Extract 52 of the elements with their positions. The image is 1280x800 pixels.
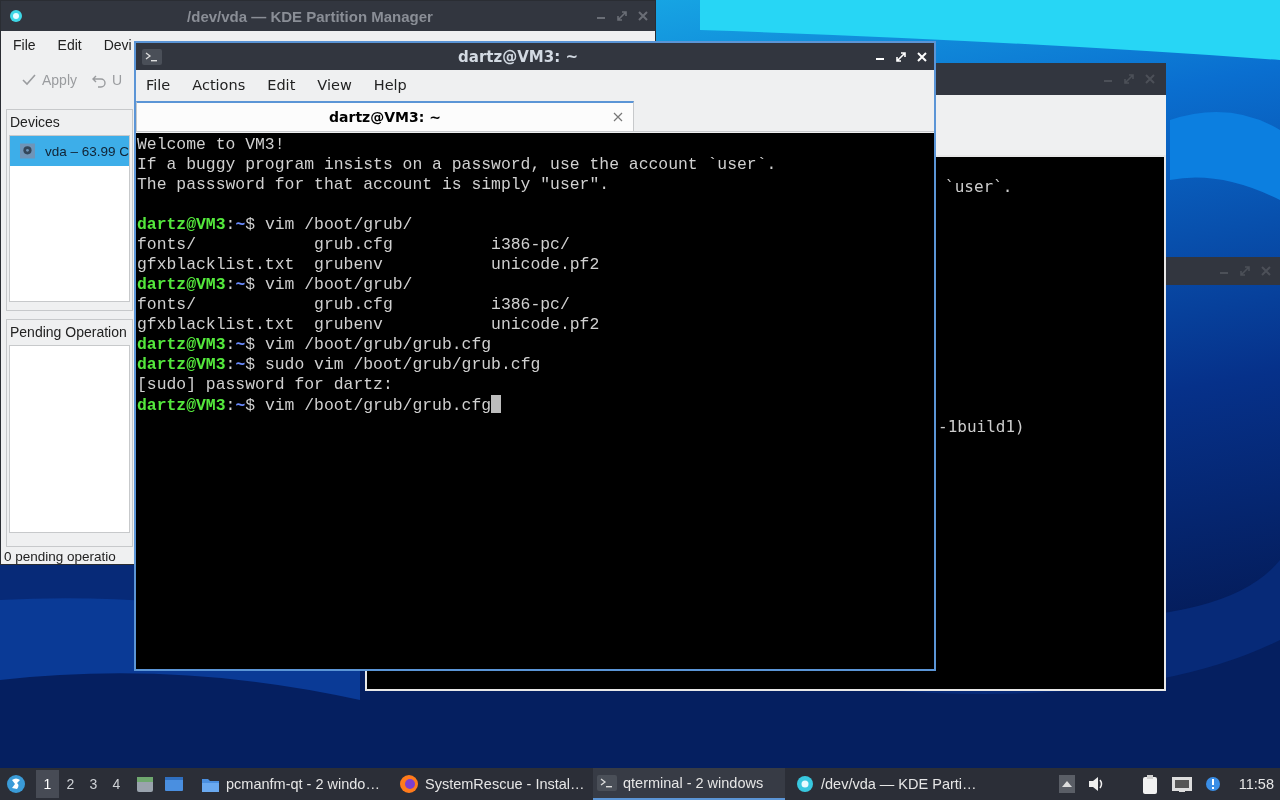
panel-title: Devices: [9, 113, 61, 132]
terminal-line: [sudo] password for dartz:: [137, 375, 394, 395]
clipboard-icon[interactable]: [1140, 774, 1159, 794]
terminal-line: gfxblacklist.txt grubenv unicode.pf2: [137, 255, 601, 275]
terminal-line: Welcome to VM3!: [137, 135, 286, 155]
terminal-line: The passsword for that account is simply "user".: [137, 175, 611, 195]
terminal-tab[interactable]: dartz@VM3: ~: [136, 101, 634, 131]
task-button[interactable]: qterminal - 2 windows: [593, 768, 785, 800]
menu-item[interactable]: Edit: [57, 37, 82, 53]
device-item[interactable]: vda – 63.99 C: [10, 136, 129, 166]
menu-item[interactable]: File: [13, 37, 36, 53]
terminal-line: dartz@VM3:~$ vim /boot/grub/grub.cfg: [137, 335, 492, 354]
task-button[interactable]: SystemRescue - Instal…: [395, 768, 587, 800]
check-icon: [21, 72, 37, 88]
terminal-line: dartz@VM3:~$ vim /boot/grub/: [137, 275, 413, 294]
window-title: dartz@VM3: ~: [457, 47, 579, 66]
window-title: /dev/vda — KDE Partition Manager: [186, 7, 434, 25]
task-button[interactable]: /dev/vda — KDE Parti…: [791, 768, 983, 800]
info-icon[interactable]: [1204, 776, 1221, 792]
menu-item[interactable]: File: [146, 76, 171, 93]
menu-item[interactable]: Edit: [267, 76, 296, 93]
ring-icon: [795, 774, 815, 794]
clock: 11:58: [1238, 776, 1274, 792]
workspace-button[interactable]: 3: [82, 770, 105, 798]
menu-item[interactable]: View: [317, 76, 352, 93]
menu-item[interactable]: Help: [373, 76, 407, 93]
terminal-line: fonts/ grub.cfg i386-pc/: [137, 295, 571, 315]
drawer-icon[interactable]: [136, 775, 154, 793]
desktop-icon[interactable]: [164, 774, 184, 794]
workspace-button[interactable]: 4: [105, 770, 128, 798]
terminal-line: -1build1): [938, 417, 1025, 436]
terminal-line: fonts/ grub.cfg i386-pc/: [137, 235, 571, 255]
workspace-button[interactable]: 1: [36, 770, 59, 798]
panel-title: Pending Operation: [9, 323, 128, 342]
task-button[interactable]: pcmanfm-qt - 2 windo…: [197, 768, 389, 800]
terminal-line: dartz@VM3:~$ vim /boot/grub/: [137, 215, 413, 234]
volume-icon[interactable]: [1086, 774, 1105, 794]
status-text: 0 pending operatio: [3, 548, 117, 565]
terminal-icon: [597, 775, 617, 791]
menu-item[interactable]: Devi: [103, 37, 132, 53]
start-menu-icon[interactable]: [6, 774, 26, 794]
globe-icon: [399, 774, 419, 794]
terminal-line: dartz@VM3:~$ vim /boot/grub/grub.cfg: [137, 396, 492, 415]
menu-item[interactable]: Actions: [192, 76, 246, 93]
terminal-line: gfxblacklist.txt grubenv unicode.pf2: [137, 315, 601, 335]
tab-label: dartz@VM3: ~: [329, 109, 441, 125]
terminal-line: If a buggy program insists on a password, use the account `user`.: [137, 155, 778, 175]
terminal-icon: [142, 48, 162, 65]
terminal-line: dartz@VM3:~$ sudo vim /boot/grub/grub.cfg: [137, 355, 541, 374]
workspace-button[interactable]: 2: [59, 770, 82, 798]
terminal-line: `user`.: [945, 177, 1013, 196]
app-icon: [7, 7, 25, 25]
